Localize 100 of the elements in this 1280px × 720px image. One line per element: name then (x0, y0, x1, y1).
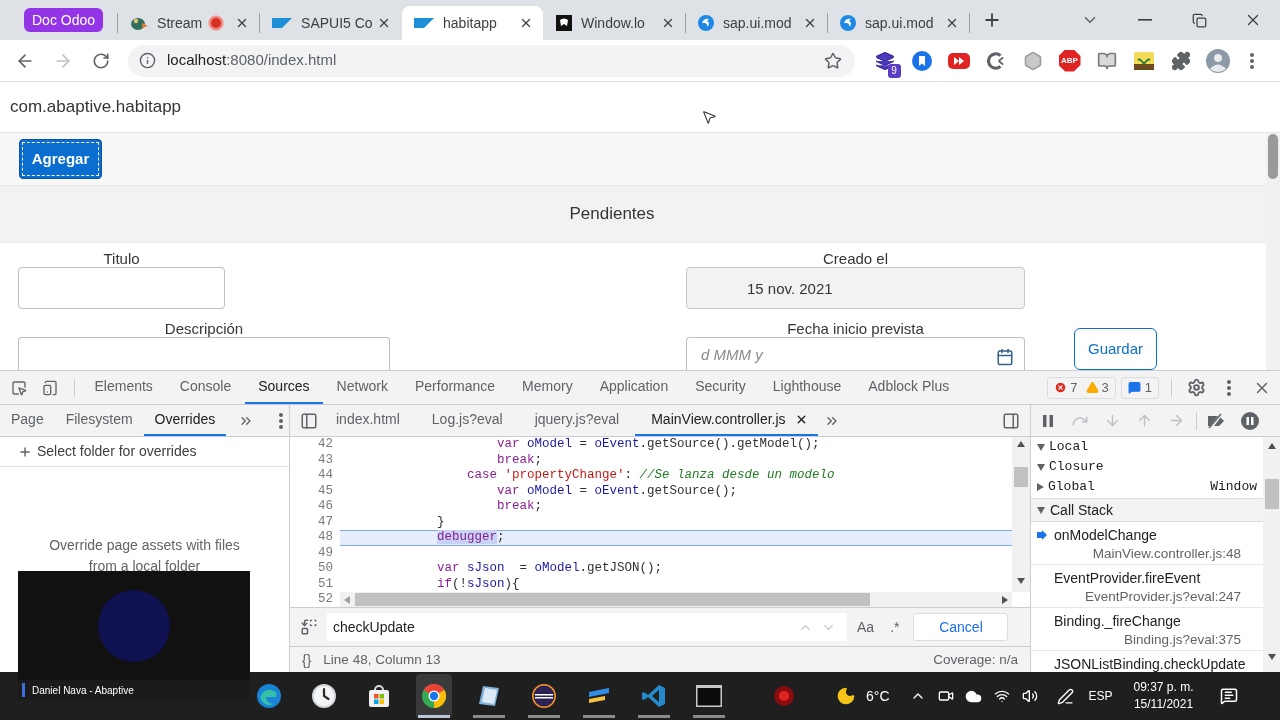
frame-location: EventProvider.js?eval:247 (1084, 588, 1241, 606)
address-bar[interactable]: localhost:8080/index.html (128, 44, 855, 77)
devtools-tab[interactable]: Application (586, 371, 682, 404)
replace-toggle-button[interactable] (300, 618, 318, 636)
browser-tab[interactable]: SAPUI5 Co (260, 6, 402, 40)
taskbar-app-button[interactable] (416, 674, 452, 718)
browser-tab[interactable]: Stream (118, 6, 260, 40)
line-number: 46 (318, 498, 333, 516)
input-field[interactable] (18, 337, 390, 370)
devtools-tab[interactable]: Memory (508, 371, 587, 404)
search-field[interactable]: checkUpdate (327, 613, 793, 641)
scrollbar-thumb[interactable] (1268, 134, 1278, 179)
line-number: 49 (318, 544, 333, 562)
tricolor-circle-icon (422, 684, 446, 708)
devtools-tab[interactable]: Lighthouse (759, 371, 855, 404)
calendar-icon (996, 348, 1014, 366)
horizontal-scrollbar[interactable] (340, 592, 1012, 607)
more-icon (1227, 379, 1231, 396)
vertical-scrollbar[interactable] (1012, 437, 1030, 592)
scope-name[interactable]: Global (1048, 477, 1095, 497)
pen-icon (1057, 687, 1074, 705)
window-icon (696, 685, 722, 707)
message-icon (1127, 381, 1141, 394)
date-field[interactable]: d MMM y (686, 337, 1025, 370)
clock-button[interactable]: 09:37 p. m. 15/11/2021 (1126, 679, 1201, 713)
warning-icon (1085, 381, 1099, 394)
input-language[interactable]: ESP (1088, 687, 1113, 705)
devtools-tab[interactable]: Adblock Plus (854, 371, 963, 404)
devtools-tab[interactable]: Console (166, 371, 245, 404)
browser-tab[interactable]: Window.lo (544, 6, 686, 40)
hexagon-icon (1022, 50, 1043, 71)
settings-icon (1186, 378, 1206, 397)
pretty-print-button[interactable]: {} (302, 649, 312, 671)
app-title: com.abaptive.habitapp (10, 96, 182, 119)
devtools-tab[interactable]: Performance (401, 371, 509, 404)
tab-group-label[interactable]: Doc Odoo (24, 8, 104, 32)
moon-icon (836, 686, 856, 706)
more-icon (279, 412, 284, 429)
slanted-bars-icon (587, 688, 611, 704)
scope-name[interactable]: Local (1049, 437, 1088, 457)
save-button[interactable]: Guardar (1074, 328, 1157, 370)
scroll-left-icon (344, 595, 350, 604)
toggle-debugger-button[interactable] (1002, 411, 1020, 430)
trapezoid-logo-icon (272, 18, 293, 28)
code-line: var sJson = oModel.getJSON(); (437, 560, 663, 578)
navigator-tab[interactable]: Overrides (143, 405, 227, 436)
file-tab[interactable]: jquery.js?eval (518, 405, 636, 436)
field-label: Creado el (822, 250, 888, 267)
add-button[interactable]: Agregar (19, 139, 102, 179)
browser-tab[interactable]: habitapp (402, 6, 544, 40)
crescent-icon (986, 51, 1005, 70)
code-line: debugger; (437, 529, 505, 547)
line-number: 42 (318, 436, 333, 454)
scroll-up-icon (1017, 441, 1025, 447)
devtools-tab[interactable]: Network (323, 371, 402, 404)
frame-function[interactable]: Binding._fireChange (1054, 610, 1181, 632)
navigator-tab[interactable]: Filesystem (54, 405, 144, 436)
vertical-scrollbar[interactable] (1263, 437, 1280, 672)
toggle-navigator-button[interactable] (300, 411, 318, 430)
reload-icon (92, 51, 110, 70)
frame-function[interactable]: EventProvider.fireEvent (1054, 567, 1201, 589)
devtools-tab[interactable]: Security (681, 371, 760, 404)
input-field[interactable] (18, 267, 225, 309)
frame-function[interactable]: onModelChange (1054, 524, 1157, 546)
globe-icon (698, 15, 715, 31)
cancel-button[interactable]: Cancel (913, 613, 1009, 641)
device-toolbar-button[interactable] (42, 379, 58, 396)
issues-counter-button[interactable]: 7 3 (1047, 376, 1116, 399)
extension-button[interactable]: 9 (870, 46, 899, 75)
frame-function[interactable]: JSONListBinding.checkUpdate (1054, 653, 1246, 672)
inspect-icon (11, 379, 27, 396)
regex-button[interactable]: .* (890, 616, 900, 638)
line-number: 43 (318, 451, 333, 469)
browser-tab[interactable]: sap.ui.mod (686, 6, 828, 40)
scrollbar-thumb[interactable] (355, 593, 870, 606)
bookmark-star-button[interactable] (823, 50, 843, 71)
extension-button[interactable]: ABP (1058, 49, 1081, 72)
speaking-indicator-icon (22, 683, 25, 697)
code-line: var oModel = oEvent.getSource().getModel(); (497, 436, 820, 454)
navigator-tab[interactable]: Page (0, 405, 55, 436)
match-case-button[interactable]: Aa (857, 616, 875, 638)
wifi-icon (993, 688, 1010, 704)
code-line: break; (497, 498, 543, 516)
ribbon-icon (642, 684, 666, 708)
messages-counter-button[interactable]: 1 (1120, 376, 1159, 399)
file-tab[interactable]: MainView.controller.js (635, 405, 818, 436)
scrollbar-thumb[interactable] (1264, 479, 1279, 509)
settings-button[interactable] (1186, 377, 1206, 398)
breakpoint-slash-icon (1206, 412, 1226, 429)
file-tab[interactable]: index.html (320, 405, 416, 436)
field-label: Titulo (103, 250, 140, 267)
file-tab[interactable]: Log.js?eval (415, 405, 519, 436)
browser-tab[interactable]: sap.ui.mod (828, 6, 970, 40)
inspect-button[interactable] (11, 379, 27, 396)
scope-name[interactable]: Closure (1049, 457, 1104, 477)
devtools-tab[interactable]: Elements (81, 371, 167, 404)
page-scrollbar[interactable] (1266, 133, 1280, 370)
scrollbar-thumb[interactable] (1014, 467, 1028, 487)
select-folder-button[interactable]: Select folder for overrides (18, 441, 197, 462)
striped-circle-icon (532, 684, 556, 708)
